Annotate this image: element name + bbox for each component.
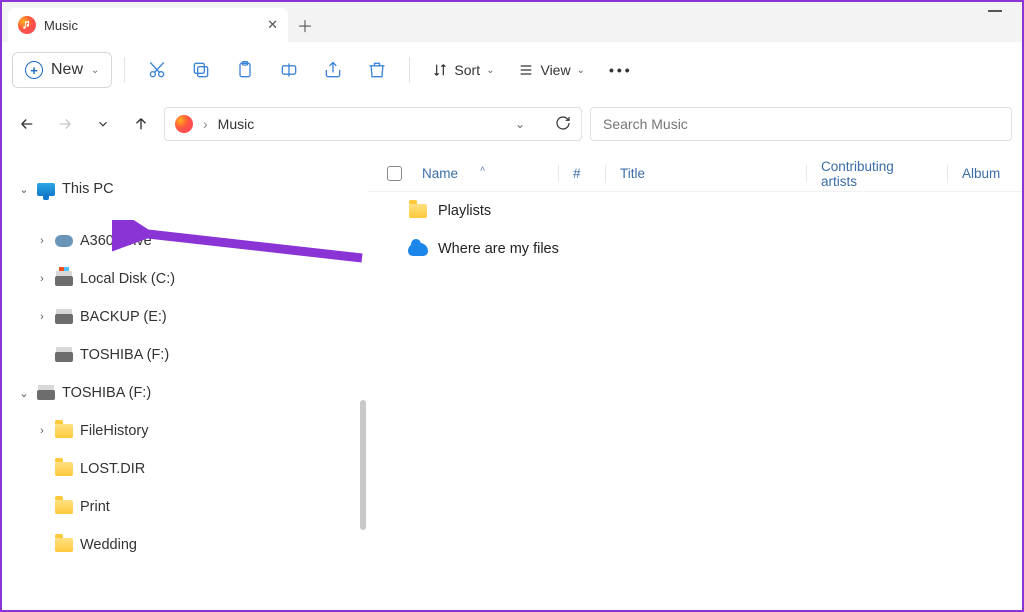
refresh-button[interactable] bbox=[555, 115, 571, 134]
sidebar: ⌄ This PC › A360 Drive › Local Disk (C:)… bbox=[2, 150, 358, 610]
sidebar-item-lostdir[interactable]: LOST.DIR bbox=[10, 450, 354, 488]
expand-icon[interactable]: › bbox=[32, 425, 52, 437]
sort-button[interactable]: Sort ⌄ bbox=[422, 52, 504, 88]
sidebar-item-backup[interactable]: › BACKUP (E:) bbox=[10, 298, 354, 336]
view-icon bbox=[518, 62, 534, 78]
sidebar-label: Local Disk (C:) bbox=[80, 271, 175, 287]
music-app-icon bbox=[175, 115, 193, 133]
drive-icon bbox=[36, 383, 56, 403]
music-app-icon bbox=[18, 16, 36, 34]
sidebar-item-local-disk[interactable]: › Local Disk (C:) bbox=[10, 260, 354, 298]
collapse-icon[interactable]: ⌄ bbox=[14, 183, 34, 196]
plus-icon: + bbox=[25, 61, 43, 79]
chevron-down-icon: ⌄ bbox=[577, 65, 585, 76]
sidebar-label: FileHistory bbox=[80, 423, 148, 439]
rename-button[interactable] bbox=[269, 52, 309, 88]
cloud-icon bbox=[54, 231, 74, 251]
sidebar-label: TOSHIBA (F:) bbox=[62, 385, 151, 401]
new-tab-button[interactable]: ＋ bbox=[288, 8, 322, 42]
onedrive-icon bbox=[408, 240, 428, 258]
forward-button[interactable] bbox=[50, 109, 80, 139]
column-name[interactable]: Name˄ bbox=[408, 166, 558, 181]
drive-icon bbox=[54, 345, 74, 365]
address-path: Music bbox=[218, 116, 255, 132]
cut-button[interactable] bbox=[137, 52, 177, 88]
sort-icon bbox=[432, 62, 448, 78]
monitor-icon bbox=[36, 179, 56, 199]
content-pane: Name˄ # Title Contributing artists Album… bbox=[368, 150, 1022, 610]
window-minimize-button[interactable] bbox=[988, 10, 1002, 12]
collapse-icon[interactable]: ⌄ bbox=[14, 387, 34, 400]
file-name: Where are my files bbox=[438, 241, 559, 257]
search-box[interactable] bbox=[590, 107, 1012, 141]
up-button[interactable] bbox=[126, 109, 156, 139]
sort-label: Sort bbox=[454, 62, 480, 78]
sidebar-label: TOSHIBA (F:) bbox=[80, 347, 169, 363]
sidebar-item-toshiba-2[interactable]: ⌄ TOSHIBA (F:) bbox=[10, 374, 354, 412]
file-row-where-are-my-files[interactable]: Where are my files bbox=[368, 230, 1022, 268]
nav-row: › Music ⌄ bbox=[2, 98, 1022, 150]
column-album[interactable]: Album bbox=[948, 166, 1014, 181]
paste-button[interactable] bbox=[225, 52, 265, 88]
chevron-down-icon: ⌄ bbox=[91, 65, 99, 76]
sidebar-item-filehistory[interactable]: › FileHistory bbox=[10, 412, 354, 450]
file-row-playlists[interactable]: Playlists bbox=[368, 192, 1022, 230]
sidebar-label: LOST.DIR bbox=[80, 461, 145, 477]
sidebar-label: This PC bbox=[62, 181, 114, 197]
drive-icon bbox=[54, 269, 74, 289]
back-button[interactable] bbox=[12, 109, 42, 139]
sidebar-label: BACKUP (E:) bbox=[80, 309, 167, 325]
sidebar-label: Print bbox=[80, 499, 110, 515]
chevron-down-icon: ⌄ bbox=[486, 65, 494, 76]
column-number[interactable]: # bbox=[559, 166, 605, 181]
folder-icon bbox=[54, 459, 74, 479]
view-button[interactable]: View ⌄ bbox=[508, 52, 594, 88]
column-contributing-artists[interactable]: Contributing artists bbox=[807, 159, 947, 189]
folder-icon bbox=[54, 497, 74, 517]
tab-title: Music bbox=[44, 18, 78, 33]
sidebar-scrollbar[interactable] bbox=[358, 150, 368, 610]
column-title[interactable]: Title bbox=[606, 166, 806, 181]
drive-icon bbox=[54, 307, 74, 327]
sidebar-item-this-pc[interactable]: ⌄ This PC bbox=[10, 170, 354, 208]
sidebar-item-wedding[interactable]: Wedding bbox=[10, 526, 354, 564]
tab-music[interactable]: Music ✕ bbox=[8, 8, 288, 42]
close-tab-icon[interactable]: ✕ bbox=[267, 17, 278, 33]
address-bar[interactable]: › Music ⌄ bbox=[164, 107, 582, 141]
select-all-checkbox[interactable] bbox=[380, 166, 408, 181]
sidebar-item-a360[interactable]: › A360 Drive bbox=[10, 222, 354, 260]
share-button[interactable] bbox=[313, 52, 353, 88]
tab-bar: Music ✕ ＋ bbox=[2, 2, 1022, 42]
more-button[interactable]: ••• bbox=[599, 52, 643, 88]
new-button-label: New bbox=[51, 61, 83, 79]
new-button[interactable]: + New ⌄ bbox=[12, 52, 112, 88]
column-header: Name˄ # Title Contributing artists Album bbox=[368, 156, 1022, 192]
sort-asc-icon: ˄ bbox=[480, 164, 485, 174]
chevron-right-icon: › bbox=[203, 116, 208, 132]
folder-icon bbox=[408, 202, 428, 220]
address-dropdown-button[interactable]: ⌄ bbox=[515, 117, 525, 131]
separator bbox=[124, 57, 125, 83]
separator bbox=[409, 57, 410, 83]
folder-icon bbox=[54, 535, 74, 555]
search-input[interactable] bbox=[603, 116, 999, 132]
expand-icon[interactable]: › bbox=[32, 235, 52, 247]
view-label: View bbox=[540, 62, 570, 78]
copy-button[interactable] bbox=[181, 52, 221, 88]
recent-button[interactable] bbox=[88, 109, 118, 139]
sidebar-item-toshiba-1[interactable]: TOSHIBA (F:) bbox=[10, 336, 354, 374]
file-name: Playlists bbox=[438, 203, 491, 219]
expand-icon[interactable]: › bbox=[32, 311, 52, 323]
delete-button[interactable] bbox=[357, 52, 397, 88]
sidebar-label: Wedding bbox=[80, 537, 137, 553]
sidebar-label: A360 Drive bbox=[80, 233, 152, 249]
folder-icon bbox=[54, 421, 74, 441]
expand-icon[interactable]: › bbox=[32, 273, 52, 285]
toolbar: + New ⌄ Sort ⌄ View ⌄ ••• bbox=[2, 42, 1022, 98]
sidebar-item-print[interactable]: Print bbox=[10, 488, 354, 526]
